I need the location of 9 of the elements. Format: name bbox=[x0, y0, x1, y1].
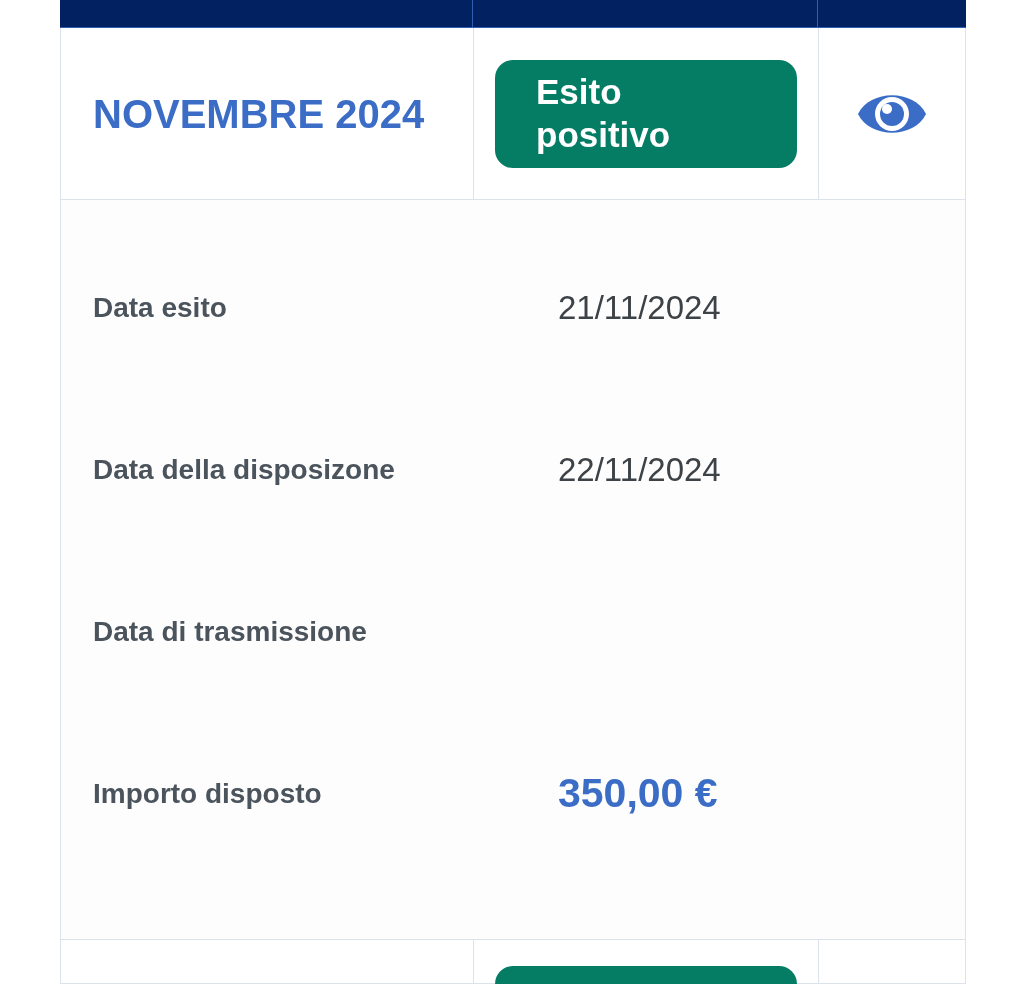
detail-label: Importo disposto bbox=[93, 777, 323, 811]
detail-label: Data esito bbox=[93, 291, 228, 325]
date-value: 21/11/2024 bbox=[558, 288, 721, 329]
amount-value: 350,00 € bbox=[558, 769, 718, 819]
status-badge: Esito positivo bbox=[495, 59, 797, 168]
date-value: 22/11/2024 bbox=[558, 450, 721, 491]
month-label: NOVEMBRE 2024 bbox=[93, 90, 425, 138]
detail-label: Data della disposizone bbox=[93, 453, 396, 487]
detail-label: Data di trasmissione bbox=[93, 615, 368, 649]
